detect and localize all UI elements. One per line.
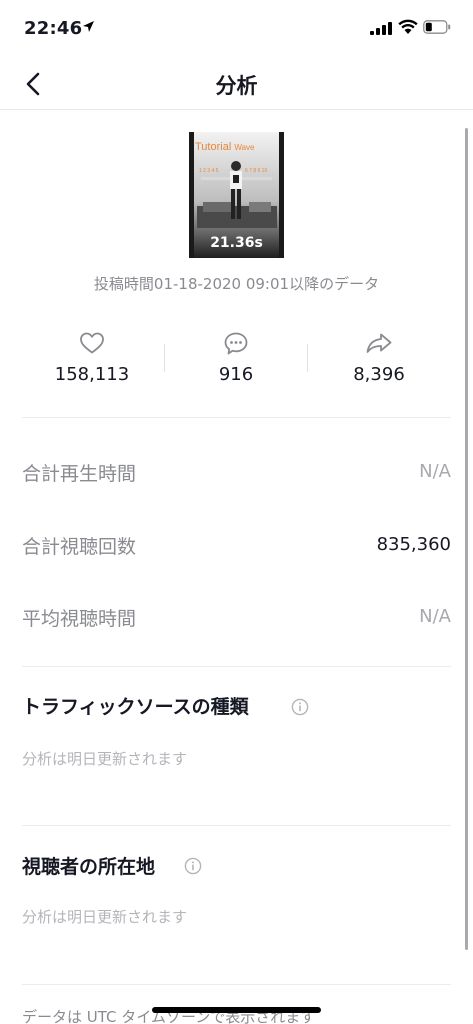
comments-count: 916 (218, 364, 254, 385)
divider (22, 417, 451, 418)
total-play-time-label: 合計再生時間 (22, 463, 137, 485)
divider (22, 666, 451, 667)
traffic-source-note: 分析は明日更新されます (22, 750, 188, 768)
status-time: 22:46 (24, 18, 83, 39)
video-thumbnail[interactable]: 1 2 3 4 5 6 7 8 9 10 Tutorial Wave 21.36… (189, 132, 284, 258)
signal-icon (370, 22, 392, 35)
info-icon[interactable] (184, 857, 202, 875)
nav-bar: 分析 (0, 58, 473, 110)
total-views-label: 合計視聴回数 (22, 536, 137, 558)
post-date-info: 投稿時間01-18-2020 09:01以降のデータ (93, 275, 380, 293)
total-views-value: 835,360 (376, 534, 451, 555)
total-play-time-value: N/A (419, 461, 451, 482)
thumbnail-title: Tutorial Wave (195, 141, 255, 153)
status-bar: 22:46 (0, 0, 473, 58)
shares-stat: 8,396 (304, 328, 454, 385)
location-arrow-icon (83, 21, 94, 32)
traffic-source-title: トラフィックソースの種類 (22, 696, 249, 718)
share-icon (366, 333, 392, 353)
battery-icon (423, 20, 451, 34)
viewer-location-note: 分析は明日更新されます (22, 908, 188, 926)
viewer-location-title: 視聴者の所在地 (22, 856, 156, 878)
svg-text:1 2 3 4 5: 1 2 3 4 5 (199, 168, 219, 174)
comment-icon (224, 332, 248, 354)
divider (22, 825, 451, 826)
wifi-icon (398, 19, 418, 34)
likes-stat: 158,113 (17, 328, 167, 385)
likes-count: 158,113 (54, 364, 130, 385)
info-icon[interactable] (291, 698, 309, 716)
video-duration: 21.36s (210, 235, 263, 251)
thumbnail-title-main: Tutorial (195, 141, 232, 153)
page-title: 分析 (215, 74, 258, 98)
scrollbar[interactable] (465, 128, 468, 950)
home-indicator[interactable] (152, 1007, 321, 1013)
divider (22, 984, 451, 985)
svg-text:6 7 8 9 10: 6 7 8 9 10 (245, 168, 267, 174)
thumbnail-title-sub: Wave (234, 143, 255, 152)
avg-watch-time-label: 平均視聴時間 (22, 608, 137, 630)
heart-icon (80, 332, 104, 354)
avg-watch-time-value: N/A (419, 606, 451, 627)
comments-stat: 916 (161, 328, 311, 385)
shares-count: 8,396 (353, 364, 405, 385)
